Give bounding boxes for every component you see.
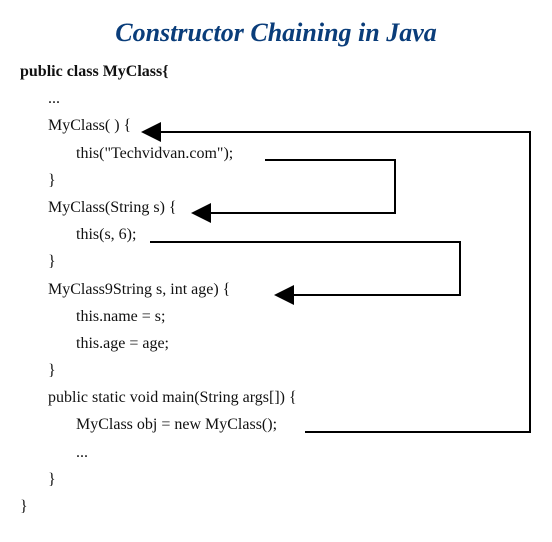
code-line: } [20,493,552,520]
code-line: } [20,167,552,194]
code-line: ... [20,439,552,466]
code-line: MyClass( ) { [20,112,552,139]
code-line: public class MyClass{ [20,58,552,85]
code-line: this.age = age; [20,330,552,357]
code-block: public class MyClass{ ... MyClass( ) { t… [0,58,552,520]
diagram-title: Constructor Chaining in Java [0,0,552,58]
code-line: MyClass9String s, int age) { [20,276,552,303]
code-line: MyClass obj = new MyClass(); [20,411,552,438]
code-line: public static void main(String args[]) { [20,384,552,411]
code-line: this("Techvidvan.com"); [20,140,552,167]
code-line: this.name = s; [20,303,552,330]
code-line: } [20,248,552,275]
code-line: } [20,466,552,493]
code-line: this(s, 6); [20,221,552,248]
code-line: ... [20,85,552,112]
code-line: } [20,357,552,384]
code-line: MyClass(String s) { [20,194,552,221]
